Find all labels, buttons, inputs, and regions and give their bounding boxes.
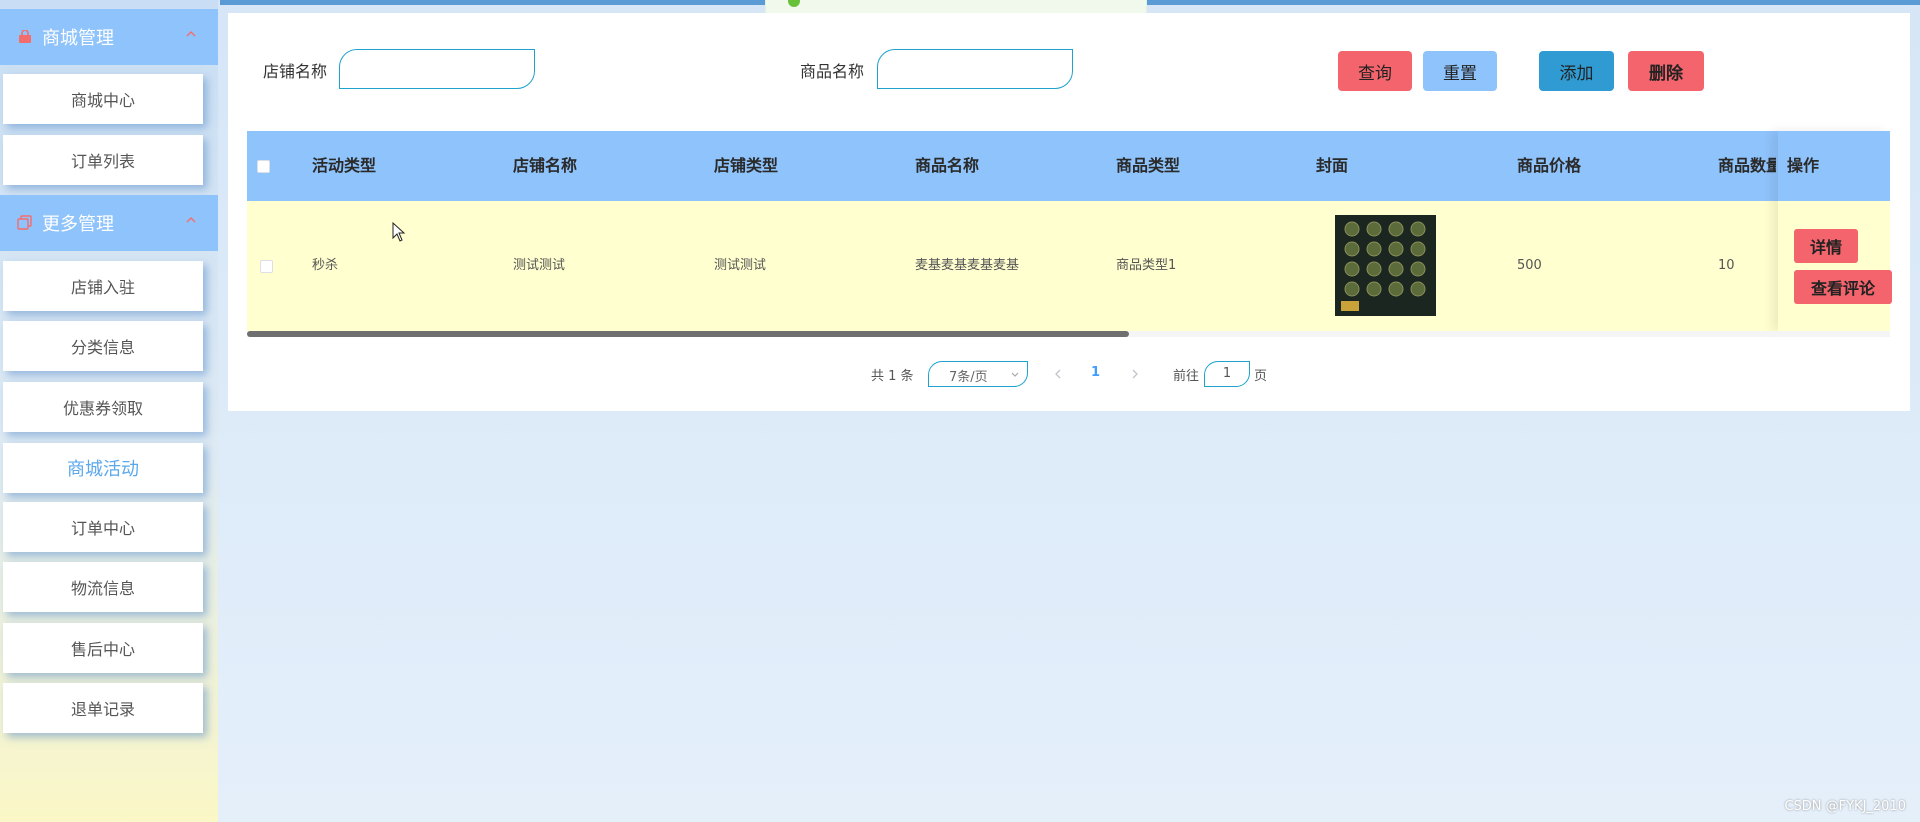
bag-icon	[16, 28, 34, 46]
sidebar-item-mall-activity[interactable]: 商城活动	[3, 443, 203, 493]
sidebar-item-mall-center[interactable]: 商城中心	[3, 74, 203, 124]
mouse-cursor-icon	[392, 222, 406, 242]
sidebar-item-label: 店铺入驻	[70, 278, 135, 297]
cell-product-name: 麦基麦基麦基麦基	[915, 258, 1020, 273]
prev-page-icon[interactable]	[1053, 369, 1063, 379]
cell-shop-type: 测试测试	[714, 258, 767, 273]
table-header: 活动类型 店铺名称 店铺类型 商品名称 商品类型 封面 商品价格 商品数量	[247, 131, 1890, 201]
column-header[interactable]: 商品名称	[915, 131, 979, 201]
chevron-up-icon[interactable]	[186, 29, 196, 39]
shop-name-input[interactable]	[339, 49, 535, 89]
cell-price: 500	[1517, 258, 1542, 273]
cover-image[interactable]	[1335, 215, 1436, 316]
menu-group-more[interactable]: 更多管理	[0, 195, 218, 251]
main-panel: 店铺名称 商品名称 查询 重置 添加 删除 活动类型 店铺名称 店铺类型 商品名…	[228, 13, 1910, 411]
add-button[interactable]: 添加	[1539, 51, 1614, 91]
sidebar-item-after-sales[interactable]: 售后中心	[3, 623, 203, 673]
row-checkbox[interactable]	[260, 260, 273, 273]
cell-shop-name: 测试测试	[513, 258, 566, 273]
menu-group-mall[interactable]: 商城管理	[0, 9, 218, 65]
horizontal-scrollbar-thumb[interactable]	[247, 331, 1129, 337]
sidebar-item-label: 售后中心	[70, 640, 135, 659]
menu-group-label: 更多管理	[42, 214, 114, 235]
goto-page-input[interactable]: 1	[1204, 361, 1250, 387]
select-all-checkbox[interactable]	[257, 160, 270, 173]
chevron-up-icon[interactable]	[186, 215, 196, 225]
column-header[interactable]: 商品数量	[1718, 131, 1776, 201]
sidebar-item-label: 优惠券领取	[62, 399, 143, 418]
reset-button[interactable]: 重置	[1423, 51, 1497, 91]
goto-prefix: 前往	[1173, 369, 1200, 384]
menu-group-label: 商城管理	[42, 28, 114, 49]
query-button[interactable]: 查询	[1338, 51, 1412, 91]
page-size-value: 7条/页	[949, 370, 988, 385]
cell-activity-type: 秒杀	[312, 258, 339, 273]
watermark: CSDN @FYKJ_2010	[1784, 799, 1906, 814]
sidebar-item-label: 商城中心	[70, 91, 135, 110]
pagination-total: 共 1 条	[871, 369, 914, 384]
copy-icon	[16, 214, 34, 232]
chevron-down-icon	[1011, 372, 1019, 377]
sidebar-item-label: 退单记录	[70, 700, 135, 719]
sidebar-item-category[interactable]: 分类信息	[3, 321, 203, 371]
sidebar-item-order-center[interactable]: 订单中心	[3, 502, 203, 552]
table-row[interactable]: 秒杀 测试测试 测试测试 麦基麦基麦基麦基 商品类型1 500 10	[247, 201, 1890, 331]
sidebar-item-label: 订单中心	[70, 519, 135, 538]
check-circle-icon	[788, 0, 800, 7]
sidebar-item-label: 订单列表	[70, 152, 135, 171]
column-header[interactable]: 店铺名称	[513, 131, 577, 201]
column-header[interactable]: 封面	[1316, 131, 1348, 201]
sidebar-item-coupon[interactable]: 优惠券领取	[3, 382, 203, 432]
column-header[interactable]: 店铺类型	[714, 131, 778, 201]
next-page-icon[interactable]	[1130, 369, 1140, 379]
sidebar-item-order-list[interactable]: 订单列表	[3, 135, 203, 185]
column-header[interactable]: 商品价格	[1517, 131, 1581, 201]
cell-product-type: 商品类型1	[1116, 258, 1177, 273]
column-header[interactable]: 商品类型	[1116, 131, 1180, 201]
product-name-input[interactable]	[877, 49, 1073, 89]
sidebar-item-label: 商城活动	[67, 459, 139, 480]
view-comments-button[interactable]: 查看评论	[1794, 270, 1892, 304]
column-header[interactable]: 活动类型	[312, 131, 376, 201]
sidebar-item-label: 分类信息	[70, 338, 135, 357]
sidebar: 商城管理 商城中心 订单列表 更多管理 店铺入驻 分类信息 优惠券领取 商城活动…	[0, 0, 218, 822]
column-header: 操作	[1787, 156, 1820, 175]
page-size-select[interactable]: 7条/页	[928, 361, 1028, 387]
sidebar-item-logistics[interactable]: 物流信息	[3, 562, 203, 612]
product-name-label: 商品名称	[800, 62, 865, 81]
current-page[interactable]: 1	[1091, 365, 1100, 380]
shop-name-label: 店铺名称	[263, 62, 328, 81]
cell-quantity: 10	[1718, 258, 1735, 273]
sidebar-item-label: 物流信息	[70, 579, 135, 598]
goto-suffix: 页	[1254, 369, 1268, 384]
operations-header: 操作	[1778, 131, 1890, 201]
sidebar-item-shop-join[interactable]: 店铺入驻	[3, 261, 203, 311]
delete-button[interactable]: 删除	[1628, 51, 1704, 91]
operations-column: 操作 详情 查看评论	[1778, 131, 1892, 331]
operations-cell: 详情 查看评论	[1778, 201, 1892, 331]
sidebar-item-refund-records[interactable]: 退单记录	[3, 683, 203, 733]
detail-button[interactable]: 详情	[1794, 229, 1858, 263]
